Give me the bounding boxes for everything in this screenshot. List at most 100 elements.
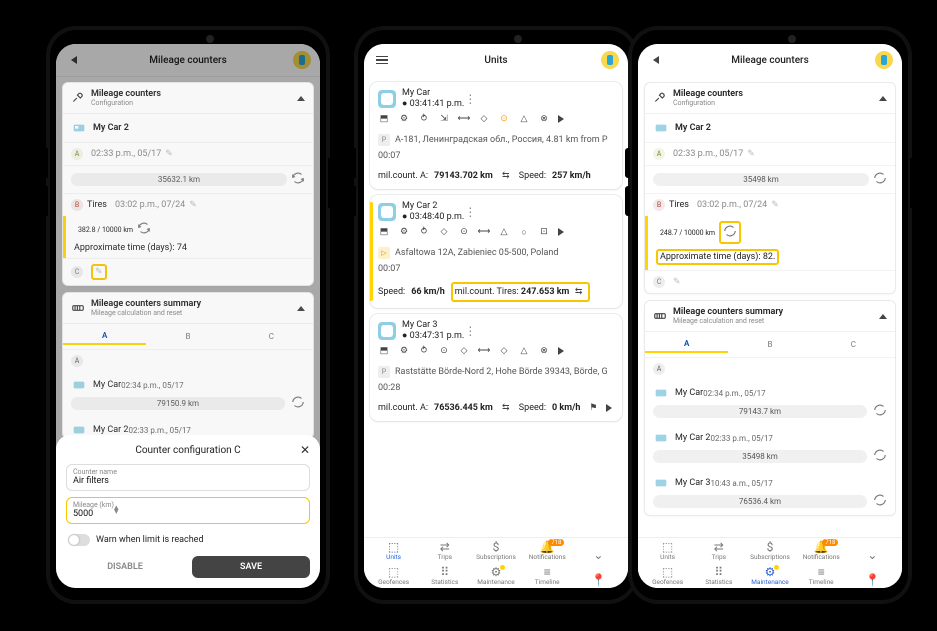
config-card: Mileage counters Configuration My Car 2 … [62,82,314,286]
field-value: 5000 [73,509,114,519]
chevron-right-icon[interactable] [558,115,564,123]
nav-units[interactable]: ⬚Units [368,541,419,561]
nav-timeline[interactable]: ≡Timeline [522,566,573,586]
reset-icon[interactable] [873,493,887,510]
reset-icon[interactable] [137,221,151,238]
nav-subscriptions[interactable]: $Subscriptions [744,541,795,561]
chevron-right-icon[interactable] [606,404,612,412]
chevron-right-icon[interactable] [558,228,564,236]
unit-name[interactable]: My Car 2 [675,123,887,133]
stepper-buttons[interactable]: ▴▾ [114,506,119,514]
nav-pin[interactable]: 📍 [847,574,898,586]
mil-value: 76536.445 km [434,403,493,413]
save-button[interactable]: SAVE [192,556,310,578]
field-label: Counter name [73,468,303,476]
bottom-nav: ⬚Units ⇄Trips $Subscriptions 718🔔Notific… [638,537,902,588]
counter-icon [71,301,85,315]
unit-row-time: 02:34 p.m., 05/17 [703,389,765,398]
mil-label: mil.count. Tires: [455,287,519,297]
nav-collapse[interactable]: ⌄ [847,549,898,561]
unit-time: 03:41:41 p.m. [410,99,465,109]
nav-pin[interactable]: 📍 [573,574,624,586]
nav-maintenance[interactable]: ⚙Maintenance [744,566,795,586]
unit-card[interactable]: My Car 3 ● 03:47:31 p.m. ⋮ ⬒⚙⥁⊙◇⟷◇△⊗ P R… [370,314,622,421]
nav-statistics[interactable]: ⠿Statistics [419,566,470,586]
counter-row-b[interactable]: B Tires 03:02 p.m., 07/24 ✎ [63,193,313,216]
counter-row-c[interactable]: C ✎ [63,258,313,285]
reset-icon[interactable] [873,448,887,465]
chevron-up-icon[interactable] [297,306,305,311]
nav-subscriptions[interactable]: $Subscriptions [470,541,521,561]
approx-time: Approximate time (days): 74 [74,243,187,253]
reset-icon[interactable] [723,231,737,241]
unit-row-name[interactable]: My Car [93,380,121,390]
unit-name: My Car 2 [402,201,464,211]
more-icon[interactable]: ⋮ [464,209,476,215]
tab-c[interactable]: C [230,329,313,344]
nav-timeline[interactable]: ≡Timeline [796,566,847,586]
mileage-field[interactable]: Mileage (km) 5000 ▴▾ [66,497,310,524]
reset-icon[interactable] [873,171,887,188]
more-icon[interactable]: ⋮ [464,96,476,102]
config-subtitle: Configuration [91,99,297,107]
menu-button[interactable] [370,56,394,65]
car-icon [653,385,669,401]
chevron-up-icon[interactable] [879,314,887,319]
speed-label: Speed: [519,403,546,413]
edit-icon[interactable]: ✎ [189,200,197,210]
avatar[interactable] [875,51,893,69]
tool-icon [71,91,85,105]
tab-b[interactable]: B [146,329,229,344]
tab-a[interactable]: A [63,328,146,345]
edit-icon[interactable]: ✎ [165,149,173,159]
counter-b-value: 382.8 / 10000 km [78,226,133,234]
counter-row-a[interactable]: A 02:33 p.m., 05/17 ✎ [63,142,313,165]
nav-geofences[interactable]: ⬚Geofences [368,566,419,586]
unit-row-name[interactable]: My Car 3 [675,478,710,488]
car-icon [71,120,87,136]
tab-b[interactable]: B [728,337,811,352]
avatar[interactable] [601,51,619,69]
nav-units[interactable]: ⬚Units [642,541,693,561]
unit-card[interactable]: My Car ● 03:41:41 p.m. ⋮ ⬒⚙⥁⇲⟷◇⊙△⊗ P A-1… [370,82,622,189]
close-icon[interactable]: ✕ [300,443,310,457]
nav-trips[interactable]: ⇄Trips [419,541,470,561]
reset-icon[interactable] [873,403,887,420]
badge-b: B [653,199,665,211]
nav-maintenance[interactable]: ⚙Maintenance [470,566,521,586]
nav-collapse[interactable]: ⌄ [573,549,624,561]
summary-card: Mileage counters summary Mileage calcula… [62,292,314,439]
highlight-box [719,221,741,244]
chevron-right-icon[interactable] [558,347,564,355]
more-icon[interactable]: ⋮ [464,328,476,334]
unit-row-name[interactable]: My Car [675,388,703,398]
nav-trips[interactable]: ⇄Trips [693,541,744,561]
moving-icon: ▷ [378,247,390,259]
nav-notifications[interactable]: 718🔔Notifications [522,541,573,561]
tab-a[interactable]: A [645,336,728,353]
chevron-up-icon[interactable] [879,96,887,101]
reset-icon[interactable] [291,395,305,412]
disable-button[interactable]: DISABLE [66,556,184,578]
nav-geofences[interactable]: ⬚Geofences [642,566,693,586]
appbar-title: Mileage counters [668,55,872,66]
unit-row-name[interactable]: My Car 2 [675,433,710,443]
appbar: Mileage counters [638,44,902,77]
tab-c[interactable]: C [812,337,895,352]
back-button[interactable] [644,56,668,64]
unit-row-name[interactable]: My Car 2 [93,425,128,435]
edit-icon[interactable]: ✎ [747,149,755,159]
summary-title: Mileage counters summary [673,307,879,317]
edit-icon[interactable]: ✎ [95,267,103,277]
unit-card[interactable]: My Car 2 ● 03:48:40 p.m. ⋮ ⬒⚙⥁◇⊙⟷△○⊡ ▷ A… [370,195,622,308]
nav-notifications[interactable]: 718🔔Notifications [796,541,847,561]
unit-name[interactable]: My Car 2 [93,123,305,133]
parking-icon: P [378,134,390,146]
edit-icon[interactable]: ✎ [771,200,779,210]
nav-statistics[interactable]: ⠿Statistics [693,566,744,586]
edit-icon[interactable]: ✎ [673,277,681,287]
counter-name-field[interactable]: Counter name Air filters [66,464,310,491]
chevron-up-icon[interactable] [297,96,305,101]
warn-switch[interactable] [68,534,90,546]
reset-icon[interactable] [291,171,305,188]
